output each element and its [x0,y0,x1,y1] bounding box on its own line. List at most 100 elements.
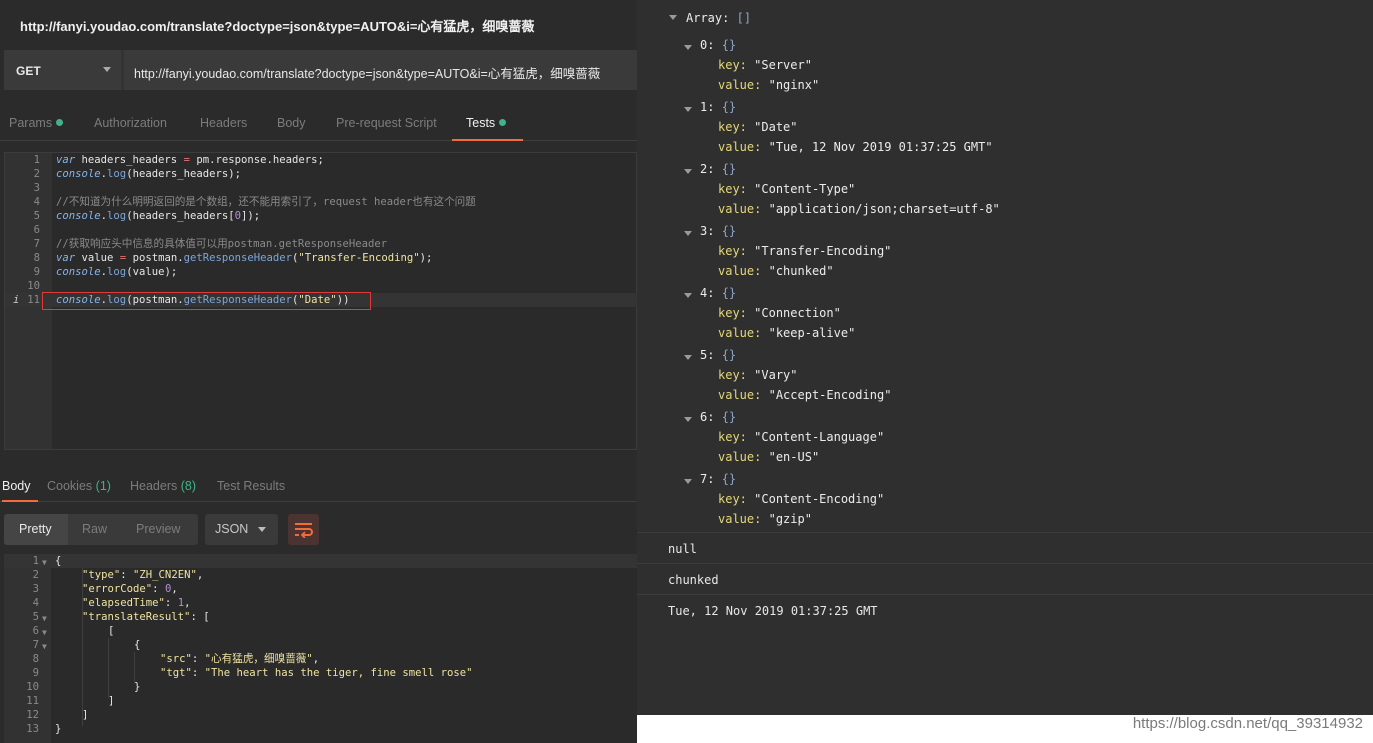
watermark: https://blog.csdn.net/qq_39314932 [1132,715,1363,732]
response-tabs: Body Cookies (1) Headers (8) Test Result… [0,472,637,502]
wrap-lines-icon [295,523,313,538]
line-number: 1 [33,154,40,166]
raw-button[interactable]: Raw [82,514,107,545]
chevron-down-icon [103,67,111,72]
json-line: ] [82,709,89,721]
request-bar: GET http://fanyi.youdao.com/translate?do… [4,50,637,90]
collapse-arrow-icon[interactable] [669,15,677,20]
header-entry-value: value: "en-US" [718,450,820,464]
tab-params[interactable]: Params [9,108,64,141]
line-number: 8 [32,653,39,665]
code-line: var headers_headers = pm.response.header… [56,154,324,166]
console-log-text: chunked [668,573,719,587]
response-body-editor[interactable]: 1 ▼ 2 3 4 5 ▼ 6 ▼ 7 ▼ 8 9 10 11 12 13 { … [4,554,637,743]
json-line: { [55,555,62,567]
line-number: 4 [33,196,40,208]
tab-body[interactable]: Body [277,108,306,141]
collapse-arrow-icon[interactable] [684,417,692,422]
headers-count: (8) [180,479,197,493]
tab-tests-label: Tests [466,116,496,130]
fold-arrow-icon[interactable]: ▼ [42,626,47,640]
code-comment: //不知道为什么明明返回的是个数组，还不能用索引了，request header… [56,196,476,208]
console-log-row: Tue, 12 Nov 2019 01:37:25 GMT [637,594,1373,625]
header-entry-index: 0: {} [700,38,737,52]
request-title: http://fanyi.youdao.com/translate?doctyp… [20,19,535,34]
tab-tests[interactable]: Tests [452,108,523,141]
code-line: console.log(headers_headers[0]); [56,210,261,222]
tab-response-body[interactable]: Body [2,472,38,502]
line-number: 10 [26,681,39,693]
array-label: Array: [] [686,11,752,25]
line-number: 4 [32,597,39,609]
screenshot-root: http://fanyi.youdao.com/translate?doctyp… [0,0,1373,743]
line-number: 9 [33,266,40,278]
line-number: 6 [32,625,39,637]
preview-button[interactable]: Preview [136,514,180,545]
active-line-highlight [4,554,637,568]
header-entry-key: key: "Connection" [718,306,841,320]
tab-params-label: Params [9,116,53,130]
header-entry-key: key: "Vary" [718,368,798,382]
json-line: "tgt": "The heart has the tiger, fine sm… [160,667,473,679]
header-entry-index: 7: {} [700,472,737,486]
json-line: } [134,681,141,693]
format-label: JSON [215,522,249,536]
info-icon: i [13,294,20,306]
console-log-row: chunked [637,563,1373,594]
header-entry-value: value: "gzip" [718,512,812,526]
line-number: 7 [32,639,39,651]
wrap-lines-button[interactable] [288,514,319,545]
fold-arrow-icon[interactable]: ▼ [42,640,47,654]
line-number: 11 [27,294,40,306]
header-entry-key: key: "Transfer-Encoding" [718,244,892,258]
method-select[interactable]: GET [4,50,121,90]
json-line: "elapsedTime": 1, [82,597,191,609]
collapse-arrow-icon[interactable] [684,169,692,174]
tab-response-headers[interactable]: Headers (8) [130,472,196,502]
url-input[interactable]: http://fanyi.youdao.com/translate?doctyp… [124,50,637,90]
collapse-arrow-icon[interactable] [684,107,692,112]
header-entry-value: value: "Accept-Encoding" [718,388,892,402]
tab-pre-request-script[interactable]: Pre-request Script [336,108,437,141]
json-line: } [55,723,62,735]
indent-guide [108,638,109,698]
fold-arrow-icon[interactable]: ▼ [42,556,47,570]
code-comment: //获取响应头中信息的具体值可以用postman.getResponseHead… [56,238,388,250]
collapse-arrow-icon[interactable] [684,45,692,50]
collapse-arrow-icon[interactable] [684,355,692,360]
line-number: 12 [26,709,39,721]
header-entry-value: value: "Tue, 12 Nov 2019 01:37:25 GMT" [718,140,993,154]
annotation-highlight-box [42,292,371,310]
tab-test-results[interactable]: Test Results [217,472,285,502]
code-line: var value = postman.getResponseHeader("T… [56,252,433,264]
line-number: 7 [33,238,40,250]
collapse-arrow-icon[interactable] [684,293,692,298]
line-number: 1 [32,555,39,567]
header-entry-key: key: "Date" [718,120,798,134]
header-entry-index: 4: {} [700,286,737,300]
header-entry-key: key: "Content-Encoding" [718,492,885,506]
console-log-row: null [637,532,1373,563]
format-select[interactable]: JSON [205,514,278,545]
json-line: [ [108,625,115,637]
tests-indicator-dot [499,119,507,126]
line-number: 6 [33,224,40,236]
line-number: 2 [32,569,39,581]
json-line: "src": "心有猛虎，细嗅蔷薇", [160,653,320,665]
tests-editor[interactable]: 1 2 3 4 5 6 7 8 9 10 11 i var headers_he… [4,152,637,450]
tab-headers[interactable]: Headers [200,108,247,141]
header-entry-index: 1: {} [700,100,737,114]
chevron-down-icon [258,527,266,532]
code-line: console.log(value); [56,266,178,278]
collapse-arrow-icon[interactable] [684,231,692,236]
header-entry-index: 2: {} [700,162,737,176]
tab-authorization[interactable]: Authorization [94,108,167,141]
pretty-button[interactable]: Pretty [4,514,68,545]
tab-cookies[interactable]: Cookies (1) [47,472,111,502]
header-entry-index: 3: {} [700,224,737,238]
request-tabs: Params Authorization Headers Body Pre-re… [0,108,637,141]
collapse-arrow-icon[interactable] [684,479,692,484]
fold-arrow-icon[interactable]: ▼ [42,612,47,626]
postman-console: Array: [] 0: {} key: "Server" value: "ngin… [637,0,1373,743]
view-mode-group: Pretty Raw Preview [4,514,198,545]
